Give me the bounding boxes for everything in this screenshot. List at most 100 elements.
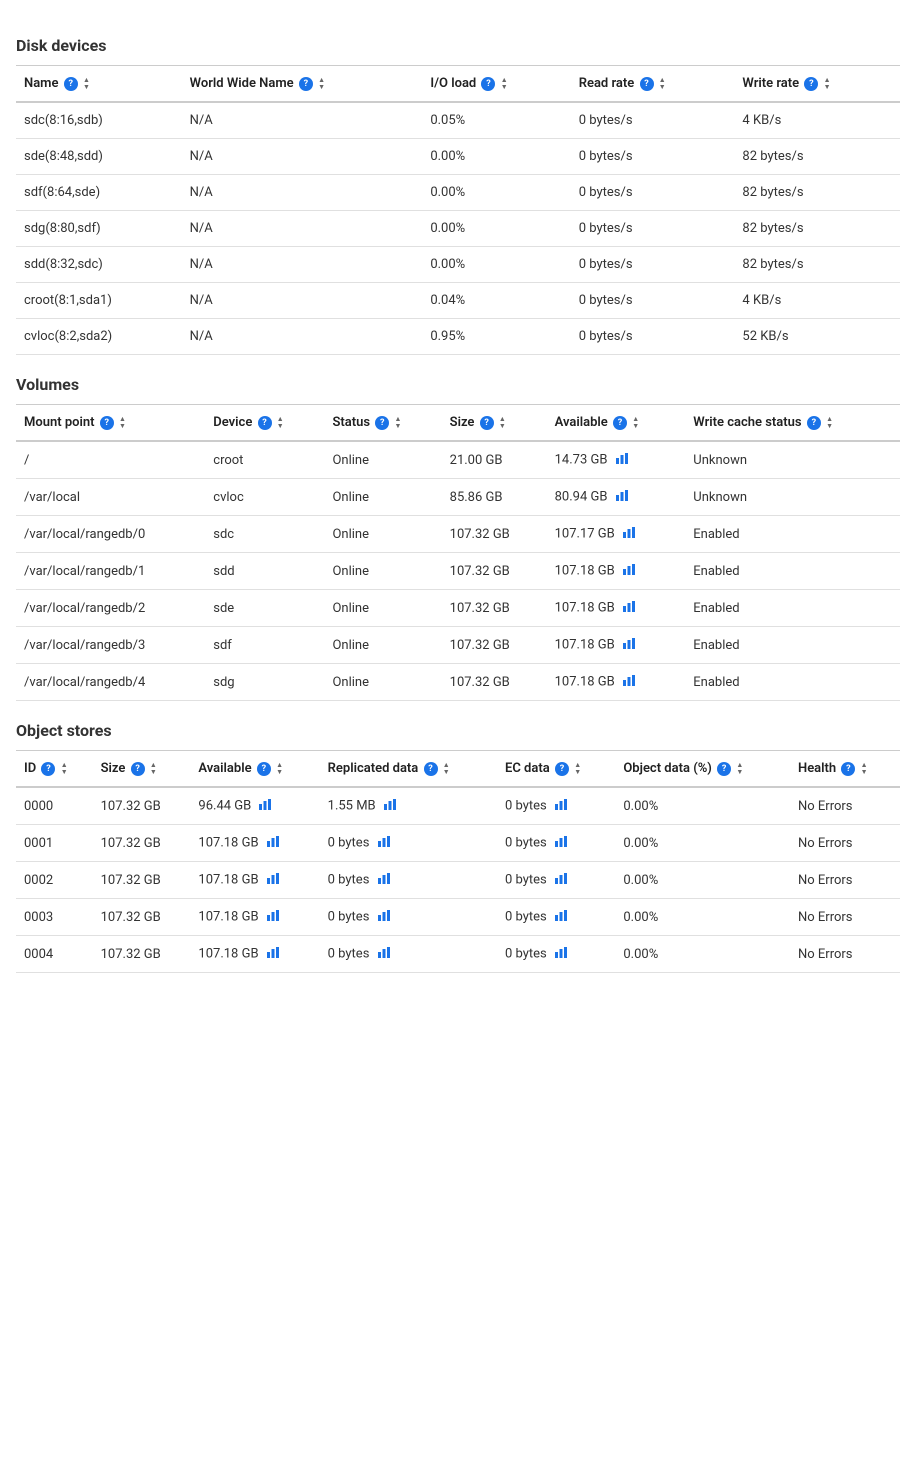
- os-ec-help-icon[interactable]: ?: [555, 762, 569, 776]
- os-col-size: Size ?: [93, 751, 191, 788]
- vol-status-cell: Online: [324, 479, 441, 516]
- wwn-sort-icon[interactable]: [318, 77, 325, 91]
- bar-chart-icon[interactable]: [377, 946, 391, 962]
- os-rep-sort-icon[interactable]: [443, 762, 450, 776]
- os-col-id: ID ?: [16, 751, 93, 788]
- vol-mount-cell: /: [16, 441, 205, 479]
- vol-status-cell: Online: [324, 627, 441, 664]
- os-size-sort-icon[interactable]: [150, 762, 157, 776]
- vol-status-cell: Online: [324, 590, 441, 627]
- os-id-cell: 0002: [16, 862, 93, 899]
- mount-sort-icon[interactable]: [119, 416, 126, 430]
- bar-chart-icon[interactable]: [266, 946, 280, 962]
- bar-chart-icon[interactable]: [266, 835, 280, 851]
- vol-cache-cell: Enabled: [685, 590, 900, 627]
- os-avail-sort-icon[interactable]: [276, 762, 283, 776]
- os-avail-cell: 107.18 GB: [190, 899, 319, 936]
- vol-size-sort-icon[interactable]: [499, 416, 506, 430]
- os-pct-help-icon[interactable]: ?: [717, 762, 731, 776]
- os-ec-cell: 0 bytes: [497, 862, 615, 899]
- vol-status-cell: Online: [324, 441, 441, 479]
- vol-mount-cell: /var/local/rangedb/3: [16, 627, 205, 664]
- bar-chart-icon[interactable]: [622, 637, 636, 653]
- vol-size-help-icon[interactable]: ?: [480, 416, 494, 430]
- os-ec-cell: 0 bytes: [497, 899, 615, 936]
- cache-help-icon[interactable]: ?: [807, 416, 821, 430]
- device-help-icon[interactable]: ?: [258, 416, 272, 430]
- io-help-icon[interactable]: ?: [481, 77, 495, 91]
- bar-chart-icon[interactable]: [266, 872, 280, 888]
- name-sort-icon[interactable]: [83, 77, 90, 91]
- os-health-sort-icon[interactable]: [861, 762, 868, 776]
- bar-chart-icon[interactable]: [377, 909, 391, 925]
- os-health-cell: No Errors: [790, 787, 900, 825]
- read-help-icon[interactable]: ?: [640, 77, 654, 91]
- vol-cache-cell: Unknown: [685, 441, 900, 479]
- bar-chart-icon[interactable]: [622, 526, 636, 542]
- os-id-sort-icon[interactable]: [61, 762, 68, 776]
- vol-col-mount: Mount point ?: [16, 405, 205, 442]
- write-help-icon[interactable]: ?: [804, 77, 818, 91]
- os-size-help-icon[interactable]: ?: [131, 762, 145, 776]
- write-sort-icon[interactable]: [824, 77, 831, 91]
- os-ec-sort-icon[interactable]: [574, 762, 581, 776]
- device-sort-icon[interactable]: [277, 416, 284, 430]
- table-row: /var/local/rangedb/4 sdg Online 107.32 G…: [16, 664, 900, 701]
- os-health-help-icon[interactable]: ?: [841, 762, 855, 776]
- os-avail-cell: 107.18 GB: [190, 862, 319, 899]
- os-pct-cell: 0.00%: [615, 787, 790, 825]
- os-rep-cell: 0 bytes: [320, 862, 497, 899]
- bar-chart-icon[interactable]: [266, 909, 280, 925]
- bar-chart-icon[interactable]: [383, 798, 397, 814]
- io-sort-icon[interactable]: [501, 77, 508, 91]
- table-row: sdd(8:32,sdc) N/A 0.00% 0 bytes/s 82 byt…: [16, 247, 900, 283]
- read-sort-icon[interactable]: [659, 77, 666, 91]
- table-row: 0003 107.32 GB 107.18 GB 0 bytes 0 bytes…: [16, 899, 900, 936]
- disk-write-cell: 52 KB/s: [734, 319, 900, 355]
- bar-chart-icon[interactable]: [622, 674, 636, 690]
- cache-sort-icon[interactable]: [826, 416, 833, 430]
- vol-device-cell: sdc: [205, 516, 324, 553]
- name-help-icon[interactable]: ?: [64, 77, 78, 91]
- vol-device-cell: cvloc: [205, 479, 324, 516]
- bar-chart-icon[interactable]: [615, 452, 629, 468]
- bar-chart-icon[interactable]: [622, 563, 636, 579]
- table-row: /var/local/rangedb/0 sdc Online 107.32 G…: [16, 516, 900, 553]
- volumes-title: Volumes: [16, 375, 900, 394]
- os-size-cell: 107.32 GB: [93, 899, 191, 936]
- bar-chart-icon[interactable]: [377, 872, 391, 888]
- os-pct-cell: 0.00%: [615, 862, 790, 899]
- bar-chart-icon[interactable]: [377, 835, 391, 851]
- os-pct-cell: 0.00%: [615, 825, 790, 862]
- vol-avail-help-icon[interactable]: ?: [613, 416, 627, 430]
- os-size-cell: 107.32 GB: [93, 787, 191, 825]
- os-avail-help-icon[interactable]: ?: [257, 762, 271, 776]
- os-col-health: Health ?: [790, 751, 900, 788]
- table-row: /var/local/rangedb/1 sdd Online 107.32 G…: [16, 553, 900, 590]
- os-id-help-icon[interactable]: ?: [41, 762, 55, 776]
- vol-size-cell: 107.32 GB: [442, 590, 547, 627]
- bar-chart-icon[interactable]: [554, 909, 568, 925]
- vol-avail-cell: 107.18 GB: [547, 664, 686, 701]
- wwn-help-icon[interactable]: ?: [299, 77, 313, 91]
- bar-chart-icon[interactable]: [554, 835, 568, 851]
- bar-chart-icon[interactable]: [258, 798, 272, 814]
- disk-read-cell: 0 bytes/s: [571, 102, 735, 139]
- mount-help-icon[interactable]: ?: [100, 416, 114, 430]
- vol-avail-sort-icon[interactable]: [632, 416, 639, 430]
- os-ec-cell: 0 bytes: [497, 787, 615, 825]
- bar-chart-icon[interactable]: [554, 872, 568, 888]
- os-id-cell: 0003: [16, 899, 93, 936]
- disk-write-cell: 82 bytes/s: [734, 211, 900, 247]
- status-help-icon[interactable]: ?: [375, 416, 389, 430]
- bar-chart-icon[interactable]: [554, 798, 568, 814]
- bar-chart-icon[interactable]: [622, 600, 636, 616]
- vol-device-cell: croot: [205, 441, 324, 479]
- status-sort-icon[interactable]: [395, 416, 402, 430]
- object-stores-header-row: ID ? Size ? Available ? Replicated data …: [16, 751, 900, 788]
- os-pct-sort-icon[interactable]: [736, 762, 743, 776]
- os-rep-help-icon[interactable]: ?: [424, 762, 438, 776]
- bar-chart-icon[interactable]: [615, 489, 629, 505]
- os-ec-cell: 0 bytes: [497, 936, 615, 973]
- bar-chart-icon[interactable]: [554, 946, 568, 962]
